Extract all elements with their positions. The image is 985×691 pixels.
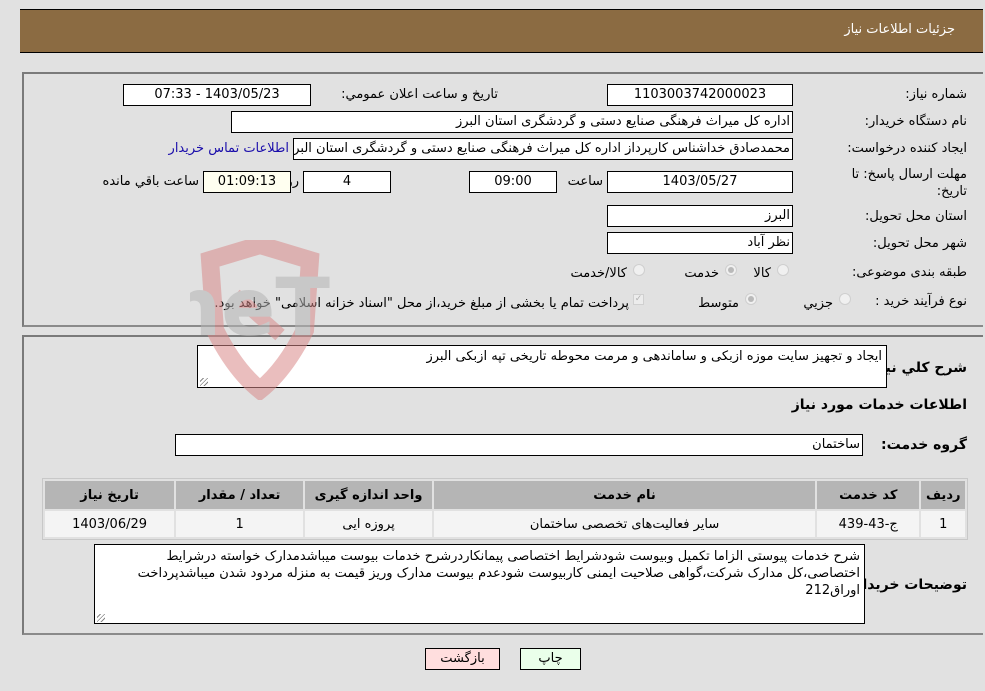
category-option-goods: کالا: [753, 266, 771, 281]
process-radio-medium[interactable]: [745, 293, 757, 305]
deadline-time-field: 09:00: [469, 171, 557, 193]
category-option-service: خدمت: [684, 266, 719, 281]
delivery-city-field: نظر آباد: [607, 232, 793, 254]
need-info-panel: شماره نیاز: 1103003742000023 تاریخ و ساع…: [22, 72, 983, 327]
col-quantity: تعداد / مقدار: [176, 481, 304, 509]
table-header-row: رديف کد خدمت نام خدمت واحد اندازه گیری ت…: [45, 481, 965, 509]
category-label: طبقه بندی موضوعی:: [851, 265, 967, 280]
col-row-number: رديف: [921, 481, 965, 509]
service-group-label: گروه خدمت:: [881, 437, 967, 453]
page-title: جزئیات اطلاعات نیاز: [844, 22, 955, 37]
requester-field: محمدصادق خداشناس کارپرداز اداره کل میراث…: [293, 138, 793, 160]
page-header: جزئیات اطلاعات نیاز: [20, 9, 983, 53]
delivery-province-field: البرز: [607, 205, 793, 227]
deadline-date-field: 1403/05/27: [607, 171, 793, 193]
buyer-org-field: اداره کل میراث فرهنگی صنایع دستی و گردشگ…: [231, 111, 793, 133]
col-service-code: کد خدمت: [817, 481, 920, 509]
requester-label: ایجاد کننده درخواست:: [847, 141, 967, 156]
cell-service-name: سایر فعالیت‌های تخصصی ساختمان: [434, 511, 816, 537]
resize-grip-icon[interactable]: [200, 378, 208, 386]
cell-unit: پروزه ایی: [305, 511, 433, 537]
process-radio-minor[interactable]: [839, 293, 851, 305]
summary-text: ایجاد و تجهیز سایت موزه ازبکی و ساماندهی…: [426, 349, 882, 364]
buyer-notes-text: شرح خدمات پیوستی الزاما تکمیل وبیوست شود…: [137, 549, 860, 598]
col-unit: واحد اندازه گیری: [305, 481, 433, 509]
need-number-label: شماره نیاز:: [905, 87, 967, 102]
category-radio-service[interactable]: [725, 264, 737, 276]
col-need-date: تاریخ نیاز: [45, 481, 175, 509]
col-service-name: نام خدمت: [434, 481, 816, 509]
print-button[interactable]: چاپ: [520, 648, 581, 670]
delivery-province-label: استان محل تحویل:: [865, 209, 967, 224]
need-details-panel: شرح کلي نياز: ایجاد و تجهیز سایت موزه از…: [22, 335, 983, 635]
back-button[interactable]: بازگشت: [425, 648, 500, 670]
buyer-contact-link[interactable]: اطلاعات تماس خریدار: [169, 141, 289, 156]
category-radio-goods-service[interactable]: [633, 264, 645, 276]
category-radio-goods[interactable]: [777, 264, 789, 276]
deadline-time-label: ساعت: [567, 174, 603, 189]
treasury-note: پرداخت تمام یا بخشی از مبلغ خرید،از محل …: [214, 296, 629, 311]
cell-service-code: ج-43-439: [817, 511, 920, 537]
category-option-goods-service: کالا/خدمت: [570, 266, 627, 281]
need-number-field: 1103003742000023: [607, 84, 793, 106]
buyer-notes-label: توضیحات خریدار:: [848, 577, 967, 593]
table-row: 1 ج-43-439 سایر فعالیت‌های تخصصی ساختمان…: [45, 511, 965, 537]
treasury-checkbox[interactable]: ✓: [633, 294, 644, 305]
days-remaining-field: 4: [303, 171, 391, 193]
summary-textarea[interactable]: ایجاد و تجهیز سایت موزه ازبکی و ساماندهی…: [197, 345, 887, 388]
announce-datetime-label: تاریخ و ساعت اعلان عمومي:: [341, 87, 498, 102]
buyer-org-label: نام دستگاه خریدار:: [864, 114, 967, 129]
purchase-process-label: نوع فرآیند خرید :: [875, 294, 967, 309]
delivery-city-label: شهر محل تحویل:: [872, 236, 967, 251]
time-remaining-label: ساعت باقي مانده: [102, 174, 199, 189]
buyer-notes-textarea[interactable]: شرح خدمات پیوستی الزاما تکمیل وبیوست شود…: [94, 544, 865, 624]
time-remaining-field: 01:09:13: [203, 171, 291, 193]
service-group-field: ساختمان: [175, 434, 863, 456]
cell-need-date: 1403/06/29: [45, 511, 175, 537]
services-table: رديف کد خدمت نام خدمت واحد اندازه گیری ت…: [42, 478, 968, 540]
process-option-medium: متوسط: [698, 296, 739, 311]
services-section-title: اطلاعات خدمات مورد نياز: [791, 397, 967, 413]
cell-quantity: 1: [176, 511, 304, 537]
cell-row-number: 1: [921, 511, 965, 537]
process-option-minor: جزيي: [803, 296, 833, 311]
deadline-label: مهلت ارسال پاسخ: تا تاریخ:: [851, 167, 967, 199]
resize-grip-icon[interactable]: [97, 614, 105, 622]
announce-datetime-field: 1403/05/23 - 07:33: [123, 84, 311, 106]
